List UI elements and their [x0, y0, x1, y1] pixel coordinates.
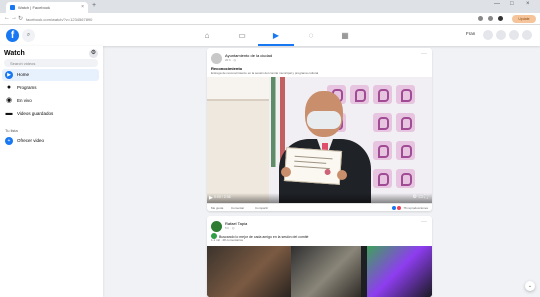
groups-icon[interactable]: ◌: [304, 29, 318, 42]
maximize-icon[interactable]: □: [510, 1, 514, 7]
play-icon[interactable]: ▶: [209, 195, 213, 201]
video-post: Rafael Tapia 5 h · ◎ ··· Buscando lo mej…: [207, 216, 432, 297]
view-count: 76 reproducciones: [403, 206, 428, 210]
create-icon[interactable]: [483, 30, 493, 40]
search-icon[interactable]: ⌕: [22, 29, 35, 42]
home-icon[interactable]: ⌂: [200, 29, 214, 42]
watch-sidebar: Watch ⚙ Search videos ▶ Home ● Programs …: [0, 46, 103, 297]
sidebar-title: Watch: [4, 50, 25, 57]
video-scene-shelf: [207, 77, 269, 101]
browser-tab[interactable]: Watch | Facebook ×: [6, 2, 88, 13]
post-time: 20 h · ◎: [225, 58, 237, 62]
programs-icon: ●: [6, 84, 12, 91]
video-post: Ayuntamiento de la ciudad 20 h · ◎ ··· R…: [207, 48, 432, 211]
backdrop-logo: [350, 85, 369, 104]
backdrop-logo: [373, 169, 392, 188]
video-controls: ▶ 0:00 / 2:36 ⚙ ▭ ⛶: [207, 193, 432, 203]
sidebar-item-label: Ofrecer video: [17, 138, 45, 143]
gaming-icon[interactable]: ▦: [338, 29, 352, 42]
hand: [281, 167, 291, 177]
facebook-favicon-icon: [10, 5, 15, 10]
sidebar-item-label: En vivo: [17, 98, 32, 103]
backdrop-logo: [396, 169, 415, 188]
face-mask: [307, 111, 341, 129]
facebook-header: f ⌕ ⌂ ▭ ▶ ◌ ▦ Fran: [0, 25, 540, 46]
sidebar-item-home[interactable]: ▶ Home: [2, 69, 99, 81]
backdrop-logo: [373, 85, 392, 104]
scroll-down-icon[interactable]: ⌄: [525, 281, 535, 291]
sidebar-item-live[interactable]: ◉ En vivo: [2, 95, 99, 107]
backdrop-logo: [396, 85, 415, 104]
browser-update-button[interactable]: Update: [512, 15, 536, 23]
messenger-icon[interactable]: [496, 30, 506, 40]
video-thumbnail[interactable]: [207, 246, 432, 297]
close-icon[interactable]: ×: [81, 4, 84, 10]
close-window-icon[interactable]: ×: [526, 1, 530, 7]
backdrop-logo: [396, 113, 415, 132]
video-frame: [291, 246, 361, 297]
profile-icon[interactable]: [498, 16, 503, 21]
sidebar-item-label: Programs: [17, 85, 37, 90]
minimize-icon[interactable]: —: [494, 1, 500, 7]
play-icon: ▶: [5, 71, 13, 79]
active-tab-indicator: [258, 44, 294, 46]
saved-icon: ▬: [5, 110, 13, 117]
extension-icon[interactable]: [478, 16, 483, 21]
sidebar-item-following[interactable]: + Ofrecer video: [2, 135, 99, 147]
more-options-icon[interactable]: ···: [421, 51, 427, 57]
browser-tab-title: Watch | Facebook: [18, 5, 51, 10]
forward-icon[interactable]: →: [11, 15, 17, 21]
backdrop-logo: [396, 141, 415, 160]
sidebar-section-title: Tu lista: [5, 128, 18, 133]
video-list-icon: +: [5, 137, 13, 145]
settings-icon[interactable]: ⚙: [89, 49, 98, 58]
back-icon[interactable]: ←: [4, 15, 10, 21]
sidebar-item-label: Home: [17, 72, 30, 77]
backdrop-logo: [373, 141, 392, 160]
avatar[interactable]: [211, 53, 222, 64]
post-caption: Entrega de reconocimiento en la sesión d…: [211, 71, 319, 75]
search-videos-input[interactable]: Search videos: [4, 59, 98, 67]
certificate-image: [283, 147, 343, 185]
sidebar-item-saved[interactable]: ▬ Videos guardados: [2, 108, 99, 120]
pages-icon[interactable]: ▭: [235, 29, 249, 42]
video-frame: [207, 246, 291, 297]
post-time: 5 h · ◎: [225, 226, 235, 230]
love-reaction-icon: [397, 206, 402, 210]
certificate-stamp: [324, 168, 331, 176]
url-field[interactable]: facebook.com/watch/?v=1234567890: [26, 15, 446, 23]
video-player[interactable]: ▶ 0:00 / 2:36 ⚙ ▭ ⛶: [207, 77, 432, 203]
fullscreen-icon[interactable]: ⚙ ▭ ⛶: [413, 194, 429, 200]
sidebar-item-label: Videos guardados: [17, 111, 54, 116]
avatar[interactable]: [211, 221, 222, 232]
notifications-icon[interactable]: [509, 30, 519, 40]
browser-tab-strip: Watch | Facebook × + — □ ×: [0, 0, 540, 13]
profile-name[interactable]: Fran: [466, 31, 475, 36]
post-actions: Me gusta Comentar Compartir 76 reproducc…: [207, 203, 432, 211]
new-tab-button[interactable]: +: [92, 2, 96, 9]
account-menu-icon[interactable]: [522, 30, 532, 40]
facebook-logo-icon[interactable]: f: [6, 29, 19, 42]
like-reaction-icon: [391, 206, 396, 210]
extension-icon[interactable]: [488, 16, 493, 21]
comment-button[interactable]: Comentar: [231, 206, 244, 210]
live-icon: ◉: [5, 97, 13, 104]
video-time: 0:00 / 2:36: [214, 195, 231, 199]
more-options-icon[interactable]: ···: [421, 219, 427, 225]
reload-icon[interactable]: ↻: [18, 15, 23, 22]
video-frame: [367, 246, 432, 297]
hand: [337, 170, 347, 180]
reaction-summary: 76 reproducciones: [391, 206, 428, 210]
browser-address-bar: ← → ↻ facebook.com/watch/?v=1234567890 U…: [0, 13, 540, 25]
share-button[interactable]: Compartir: [255, 206, 268, 210]
sidebar-item-programs[interactable]: ● Programs: [2, 82, 99, 94]
like-button[interactable]: Me gusta: [211, 206, 223, 210]
backdrop-logo: [373, 113, 392, 132]
watch-icon[interactable]: ▶: [269, 29, 283, 42]
post-stats: 1.1 mil · 28 comentarios: [211, 238, 244, 242]
